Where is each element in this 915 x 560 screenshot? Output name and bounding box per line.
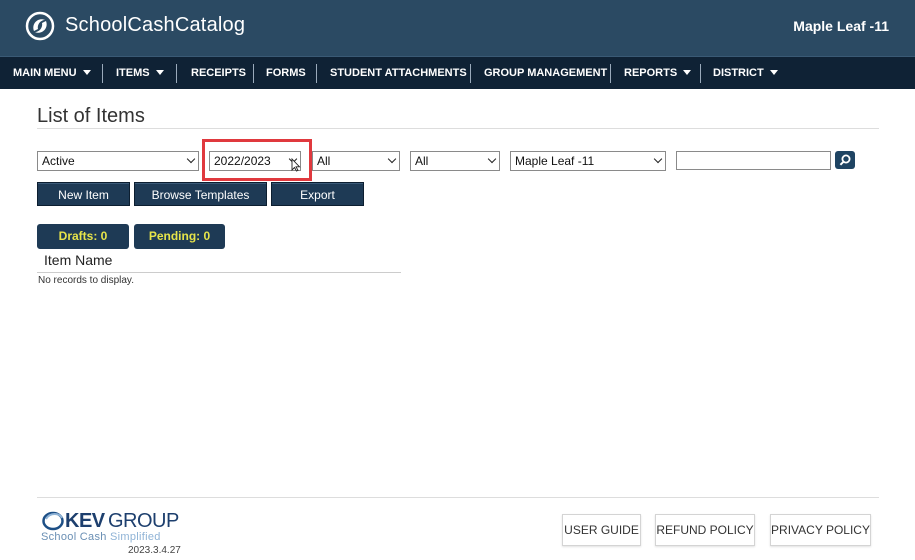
app-version: 2023.3.4.27: [128, 545, 181, 556]
kevgroup-logo-group: GROUP: [108, 510, 179, 532]
app-header: SchoolCashCatalog Maple Leaf -11: [0, 0, 915, 56]
nav-label: STUDENT ATTACHMENTS: [330, 67, 467, 79]
tagline-part: School Cash: [41, 531, 111, 543]
status-select-value: Active: [42, 154, 75, 168]
table-header-divider: [37, 272, 401, 273]
school-select[interactable]: Maple Leaf -11: [510, 151, 666, 171]
nav-label: ITEMS: [116, 67, 150, 79]
chevron-down-icon: [653, 154, 663, 164]
search-icon: [839, 154, 851, 166]
nav-divider: [102, 64, 103, 83]
mouse-cursor-icon: [291, 158, 301, 172]
filter-select-4-value: All: [415, 154, 429, 168]
nav-divider: [700, 64, 701, 83]
nav-divider: [316, 64, 317, 83]
drafts-badge[interactable]: Drafts: 0: [37, 224, 129, 249]
nav-reports[interactable]: REPORTS: [624, 57, 692, 89]
nav-label: FORMS: [266, 67, 306, 79]
filter-select-3-value: All: [317, 154, 331, 168]
new-item-button[interactable]: New Item: [37, 182, 130, 206]
school-select-value: Maple Leaf -11: [515, 154, 595, 168]
current-school-name: Maple Leaf -11: [793, 18, 889, 34]
chevron-down-icon: [155, 70, 164, 75]
nav-divider: [470, 64, 471, 83]
title-divider: [37, 128, 879, 129]
kevgroup-tagline: School Cash Simplified: [41, 531, 161, 543]
pending-badge[interactable]: Pending: 0: [134, 224, 225, 249]
main-nav: MAIN MENU ITEMS RECEIPTS FORMS STUDENT A…: [0, 56, 915, 89]
kevgroup-logo-kev: KEV: [65, 510, 105, 532]
nav-label: RECEIPTS: [191, 67, 247, 79]
tagline-part: Simplified: [110, 531, 161, 543]
nav-divider: [610, 64, 611, 83]
chevron-down-icon: [487, 154, 497, 164]
chevron-down-icon: [683, 70, 692, 75]
privacy-policy-link[interactable]: PRIVACY POLICY: [770, 514, 871, 546]
chevron-down-icon: [82, 70, 91, 75]
nav-main-menu[interactable]: MAIN MENU: [13, 57, 91, 89]
nav-label: DISTRICT: [713, 67, 764, 79]
nav-label: REPORTS: [624, 67, 678, 79]
nav-district[interactable]: DISTRICT: [713, 57, 778, 89]
search-button[interactable]: [835, 151, 855, 169]
filter-select-3[interactable]: All: [312, 151, 400, 171]
footer-divider: [37, 497, 879, 498]
kevgroup-logo-icon: [42, 511, 64, 531]
browse-templates-button[interactable]: Browse Templates: [134, 182, 267, 206]
page-title: List of Items: [37, 105, 145, 127]
export-button[interactable]: Export: [271, 182, 364, 206]
chevron-down-icon: [769, 70, 778, 75]
school-cash-logo-icon: [25, 11, 55, 41]
brand-title[interactable]: SchoolCashCatalog: [65, 14, 245, 37]
nav-divider: [176, 64, 177, 83]
nav-student-attachments[interactable]: STUDENT ATTACHMENTS: [330, 57, 467, 89]
nav-forms[interactable]: FORMS: [266, 57, 306, 89]
empty-table-message: No records to display.: [38, 275, 134, 286]
filter-select-4[interactable]: All: [410, 151, 500, 171]
chevron-down-icon: [186, 154, 196, 164]
nav-receipts[interactable]: RECEIPTS: [191, 57, 246, 89]
nav-label: GROUP MANAGEMENT: [484, 67, 608, 79]
refund-policy-link[interactable]: REFUND POLICY: [655, 514, 755, 546]
nav-label: MAIN MENU: [13, 67, 77, 79]
status-select[interactable]: Active: [37, 151, 199, 171]
column-header-item-name[interactable]: Item Name: [44, 252, 112, 268]
nav-group-management[interactable]: GROUP MANAGEMENT: [484, 57, 607, 89]
nav-items[interactable]: ITEMS: [116, 57, 164, 89]
search-input[interactable]: [676, 151, 831, 170]
nav-divider: [253, 64, 254, 83]
chevron-down-icon: [387, 154, 397, 164]
user-guide-link[interactable]: USER GUIDE: [562, 514, 641, 546]
